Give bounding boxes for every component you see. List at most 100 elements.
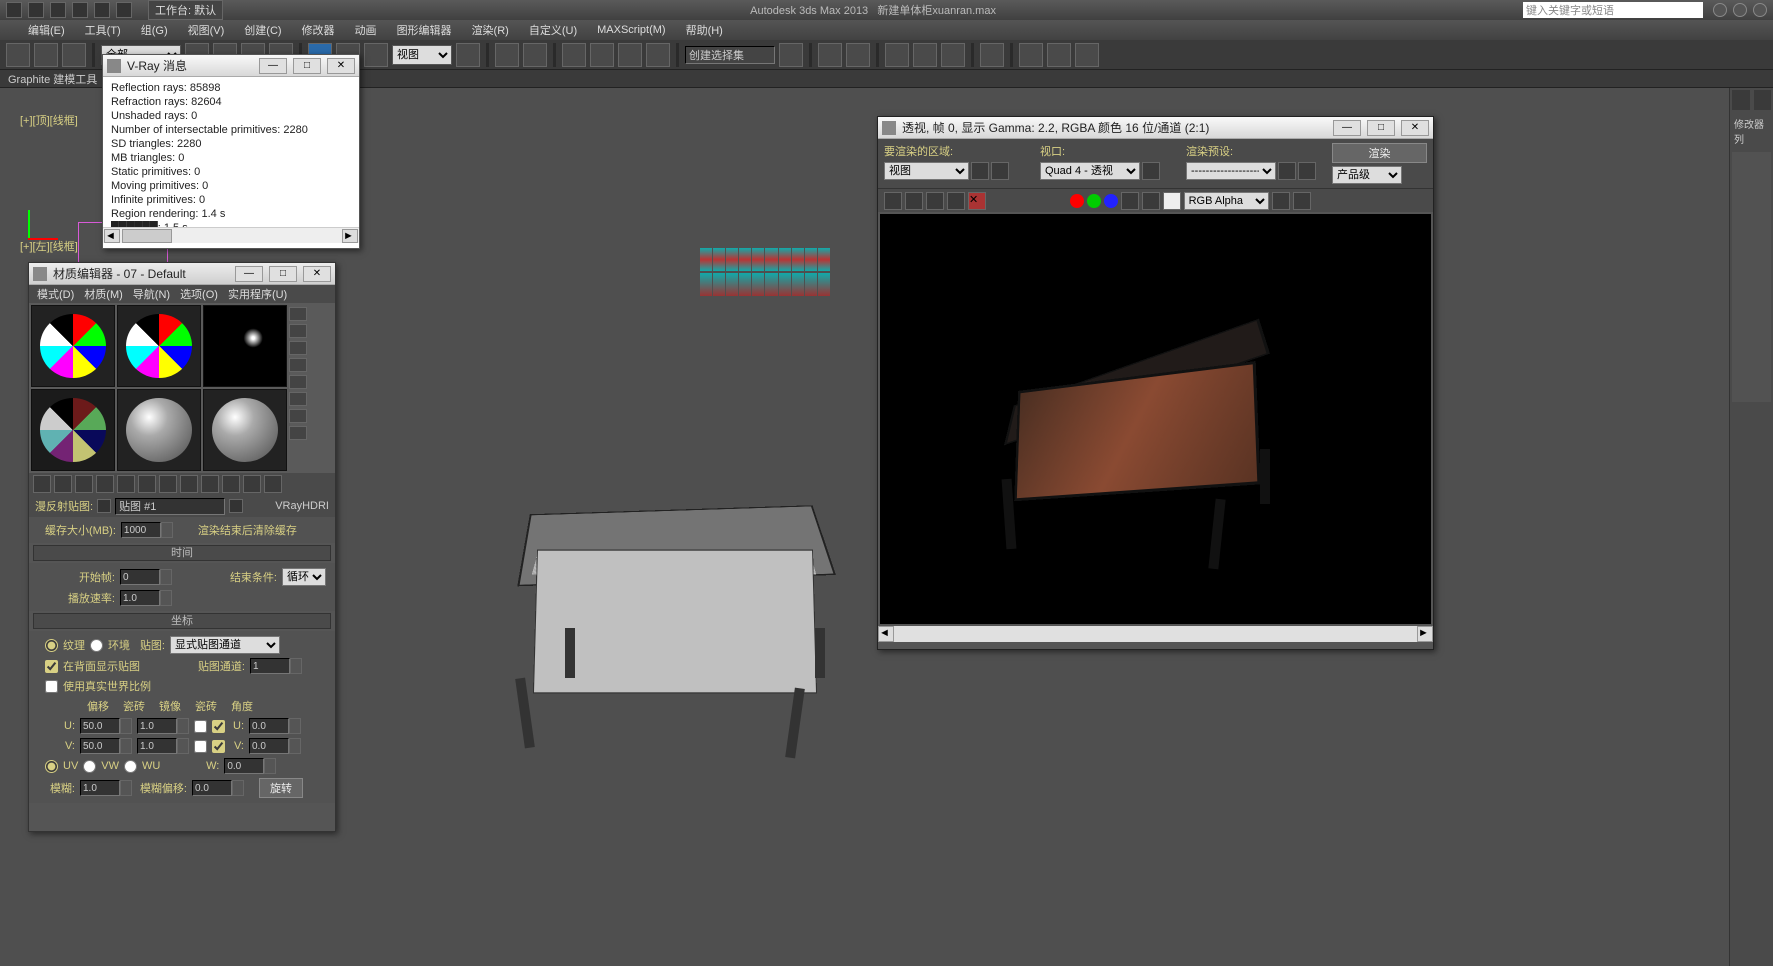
preview-icon[interactable]: [289, 392, 307, 406]
top-color-bars[interactable]: [700, 248, 830, 298]
tb-unlink-icon[interactable]: [34, 43, 58, 67]
lock-viewport-icon[interactable]: [1142, 162, 1160, 180]
tb-scale-icon[interactable]: [364, 43, 388, 67]
toggle-ui-icon[interactable]: [1272, 192, 1290, 210]
close-button[interactable]: ✕: [303, 266, 331, 282]
options-icon[interactable]: [289, 409, 307, 423]
mat-menu-material[interactable]: 材质(M): [84, 286, 123, 302]
tb-keymode-icon[interactable]: [523, 43, 547, 67]
region-edit-icon[interactable]: [971, 162, 989, 180]
ribbon-tab-modeling[interactable]: Graphite 建模工具: [8, 71, 97, 87]
qat-save-icon[interactable]: [72, 2, 88, 18]
menu-help[interactable]: 帮助(H): [678, 20, 731, 40]
menu-render[interactable]: 渲染(R): [464, 20, 517, 40]
app-icon[interactable]: [6, 2, 22, 18]
qat-undo-icon[interactable]: [94, 2, 110, 18]
sample-slot[interactable]: [117, 389, 201, 471]
show-end-icon[interactable]: [222, 475, 240, 493]
cmd-tab-create-icon[interactable]: [1732, 90, 1750, 110]
qat-open-icon[interactable]: [50, 2, 66, 18]
mono-icon[interactable]: [1142, 192, 1160, 210]
ref-coord-dropdown[interactable]: 视图: [392, 45, 452, 65]
v-offset-input[interactable]: [80, 738, 120, 754]
color-swatch[interactable]: [1163, 192, 1181, 210]
close-button[interactable]: ✕: [327, 58, 355, 74]
coord-header[interactable]: 坐标: [33, 613, 331, 629]
named-selection-input[interactable]: 创建选择集: [685, 46, 775, 64]
map-channel-input[interactable]: [250, 658, 290, 674]
tb-layers-icon[interactable]: [885, 43, 909, 67]
infocenter-icon[interactable]: [1713, 3, 1727, 17]
uv-radio[interactable]: [45, 760, 58, 773]
viewport-left-label[interactable]: [+][左][线框]: [20, 238, 78, 254]
spinner-icon[interactable]: [160, 569, 172, 585]
rotate-button[interactable]: 旋转: [259, 778, 303, 798]
blue-channel-icon[interactable]: [1104, 194, 1118, 208]
clone-frame-icon[interactable]: [926, 192, 944, 210]
tb-angsnap-icon[interactable]: [590, 43, 614, 67]
eyedropper-icon[interactable]: [97, 499, 111, 513]
render-output-view[interactable]: [880, 214, 1431, 624]
render-button[interactable]: 渲染: [1332, 143, 1427, 163]
favorites-icon[interactable]: [1733, 3, 1747, 17]
viewport-dropdown[interactable]: Quad 4 - 透视: [1040, 162, 1140, 180]
vray-scrollbar[interactable]: ◄►: [103, 227, 359, 243]
tb-renderframe-icon[interactable]: [1047, 43, 1071, 67]
map-type-button[interactable]: VRayHDRI: [275, 500, 329, 512]
show-in-vp-icon[interactable]: [201, 475, 219, 493]
tb-mirror-icon[interactable]: [818, 43, 842, 67]
tb-link-icon[interactable]: [6, 43, 30, 67]
maximize-button[interactable]: □: [269, 266, 297, 282]
menu-tools[interactable]: 工具(T): [77, 20, 129, 40]
end-cond-dropdown[interactable]: 循环: [282, 568, 326, 586]
u-tile-input[interactable]: [137, 718, 177, 734]
sample-slot[interactable]: [117, 305, 201, 387]
go-sibling-icon[interactable]: [264, 475, 282, 493]
qat-redo-icon[interactable]: [116, 2, 132, 18]
assign-icon[interactable]: [75, 475, 93, 493]
toggle-overlay-icon[interactable]: [1293, 192, 1311, 210]
green-channel-icon[interactable]: [1087, 194, 1101, 208]
menu-animation[interactable]: 动画: [347, 20, 385, 40]
red-channel-icon[interactable]: [1070, 194, 1084, 208]
env-dialog-icon[interactable]: [1298, 162, 1316, 180]
wu-radio[interactable]: [124, 760, 137, 773]
menu-maxscript[interactable]: MAXScript(M): [589, 22, 673, 38]
backlight-icon[interactable]: [289, 324, 307, 338]
reset-icon[interactable]: [96, 475, 114, 493]
sample-slot[interactable]: [31, 389, 115, 471]
tb-teapot-icon[interactable]: [1075, 43, 1099, 67]
rate-input[interactable]: [120, 590, 160, 606]
tb-nsset-icon[interactable]: [779, 43, 803, 67]
vw-radio[interactable]: [83, 760, 96, 773]
background-icon[interactable]: [289, 341, 307, 355]
menu-customize[interactable]: 自定义(U): [521, 20, 585, 40]
copy-image-icon[interactable]: [905, 192, 923, 210]
channel-dropdown[interactable]: RGB Alpha: [1184, 192, 1269, 210]
render-setup-icon[interactable]: [1278, 162, 1296, 180]
sample-slot[interactable]: [31, 305, 115, 387]
tb-curve-icon[interactable]: [913, 43, 937, 67]
sample-slot[interactable]: [203, 305, 287, 387]
help-icon[interactable]: [1753, 3, 1767, 17]
tb-material-icon[interactable]: [980, 43, 1004, 67]
v-tile-input[interactable]: [137, 738, 177, 754]
cmd-tab-modify-icon[interactable]: [1754, 90, 1772, 110]
cache-size-input[interactable]: [121, 522, 161, 538]
region-auto-icon[interactable]: [991, 162, 1009, 180]
menu-group[interactable]: 组(G): [133, 20, 176, 40]
maximize-button[interactable]: □: [1367, 120, 1395, 136]
time-header[interactable]: 时间: [33, 545, 331, 561]
tb-pctsnap-icon[interactable]: [618, 43, 642, 67]
render-area-dropdown[interactable]: 视图: [884, 162, 969, 180]
clear-image-icon[interactable]: ✕: [968, 192, 986, 210]
menu-graph[interactable]: 图形编辑器: [389, 20, 460, 40]
tb-manip-icon[interactable]: [495, 43, 519, 67]
v-tile-checkbox[interactable]: [212, 740, 225, 753]
u-tile-checkbox[interactable]: [212, 720, 225, 733]
map-name-input[interactable]: [115, 498, 225, 515]
minimize-button[interactable]: —: [235, 266, 263, 282]
make-unique-icon[interactable]: [138, 475, 156, 493]
tb-align-icon[interactable]: [846, 43, 870, 67]
sample-slot[interactable]: [203, 389, 287, 471]
